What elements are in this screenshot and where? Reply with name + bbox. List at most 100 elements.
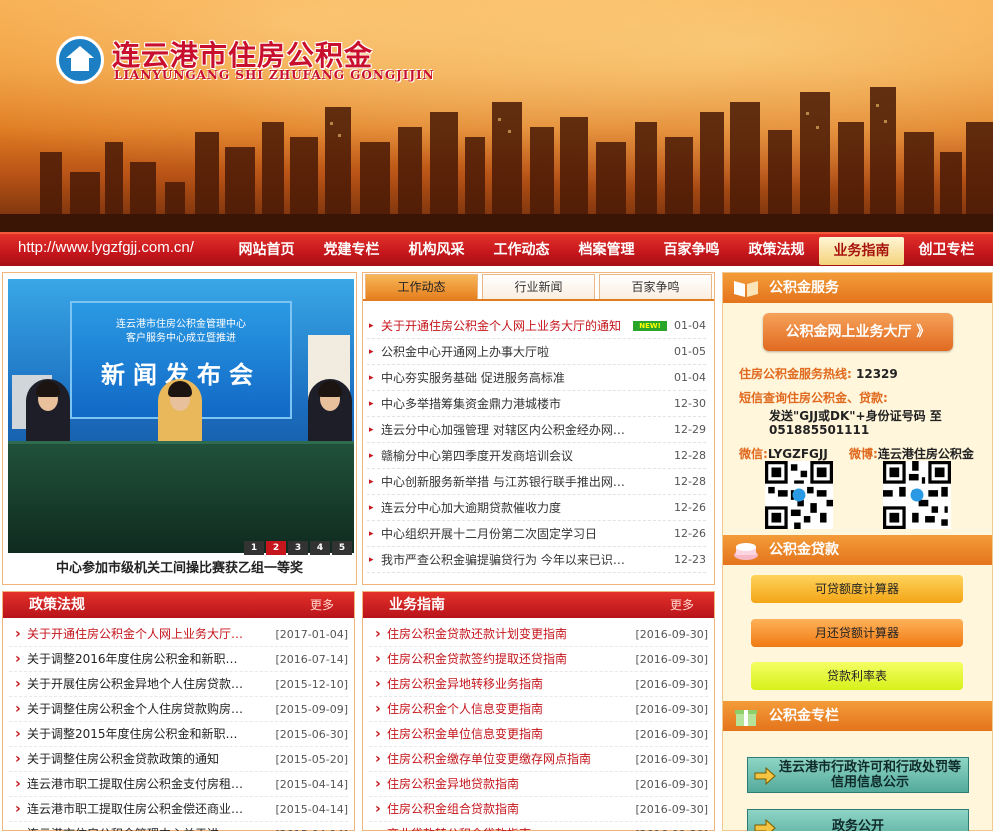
nav-item-organization[interactable]: 机构风采 [394, 234, 479, 266]
nav-item-work-news[interactable]: 工作动态 [479, 234, 564, 266]
nav-item-business-guide[interactable]: 业务指南 [819, 237, 904, 265]
news-link[interactable]: 中心创新服务新举措 与江苏银行联手推出网贷产品 [381, 469, 633, 495]
sms-query-label: 短信查询住房公积金、贷款: [739, 391, 888, 405]
policy-heading-text: 政策法规 [29, 597, 85, 613]
list-item: 中心多举措筹集资金鼎力港城楼市 12-30 [367, 391, 706, 417]
policy-link[interactable]: 关于调整2015年度住房公积金和新职工住房补贴缴存基数的通知 [27, 722, 245, 747]
guide-link[interactable]: 住房公积金单位信息变更指南 [387, 722, 617, 747]
guide-link[interactable]: 商业贷款转公积金贷款指南 [387, 822, 617, 831]
nav-item-policy[interactable]: 政策法规 [734, 234, 819, 266]
nav-item-home[interactable]: 网站首页 [224, 234, 309, 266]
news-link[interactable]: 公积金中心开通网上办事大厅啦 [381, 339, 633, 365]
site-title-en: LIANYUNGANG SHI ZHUFANG GONGJIJIN [114, 68, 435, 82]
nav-item-archives[interactable]: 档案管理 [564, 234, 649, 266]
slider-caption[interactable]: 中心参加市级机关工间操比赛获乙组一等奖 [3, 557, 356, 576]
wechat-qr-code-icon [765, 461, 833, 529]
list-item: 关于调整住房公积金个人住房贷款购房最低首付款比例的通知 [2015-09-09] [9, 697, 348, 722]
news-date: 12-29 [674, 423, 706, 436]
guide-link[interactable]: 住房公积金缴存单位变更缴存网点指南 [387, 747, 617, 772]
tab-work-news[interactable]: 工作动态 [365, 274, 478, 299]
policy-link[interactable]: 关于调整住房公积金个人住房贷款购房最低首付款比例的通知 [27, 697, 245, 722]
news-link[interactable]: 赣榆分中心第四季度开发商培训会议 [381, 443, 633, 469]
policy-link[interactable]: 连云港市住房公积金管理中心关于进一步规范 [27, 822, 245, 831]
service-heading-text: 公积金服务 [769, 280, 839, 296]
list-item: 关于调整住房公积金贷款政策的通知 [2015-05-20] [9, 747, 348, 772]
policy-link[interactable]: 关于调整住房公积金贷款政策的通知 [27, 747, 245, 772]
policy-date: [2017-01-04] [275, 628, 348, 641]
slider-dot-2[interactable]: 2 [266, 541, 286, 555]
news-link[interactable]: 关于开通住房公积金个人网上业务大厅的通知 [381, 313, 633, 339]
business-guide-panel: 业务指南 更多 住房公积金贷款还款计划变更指南 [2016-09-30] 住房公积… [362, 591, 715, 831]
guide-date: [2016-09-30] [635, 728, 708, 741]
credit-info-publicity-button[interactable]: 连云港市行政许可和行政处罚等信用信息公示 [747, 757, 969, 793]
news-link[interactable]: 中心夯实服务基础 促进服务高标准 [381, 365, 633, 391]
government-affairs-button[interactable]: 政务公开 [747, 809, 969, 831]
news-date: 12-26 [674, 501, 706, 514]
guide-heading-text: 业务指南 [389, 597, 445, 613]
policy-link[interactable]: 关于开展住房公积金异地个人住房贷款业务的通知 [27, 672, 245, 697]
site-logo[interactable]: 连云港市住房公积金 LIANYUNGANG SHI ZHUFANG GONGJI… [56, 34, 434, 86]
news-date: 12-30 [674, 397, 706, 410]
guide-link[interactable]: 住房公积金贷款签约提取还贷指南 [387, 647, 617, 672]
news-date: 12-26 [674, 527, 706, 540]
policy-link[interactable]: 连云港市职工提取住房公积金偿还商业性住房贷款实施细则 [27, 797, 245, 822]
policy-list: 关于开通住房公积金个人网上业务大厅的通知 [2017-01-04] 关于调整201… [3, 618, 354, 831]
guide-link[interactable]: 住房公积金组合贷款指南 [387, 797, 617, 822]
guide-link[interactable]: 住房公积金个人信息变更指南 [387, 697, 617, 722]
slider-pagination: 1 2 3 4 5 [244, 541, 352, 555]
guide-date: [2016-09-30] [635, 753, 708, 766]
weibo-qr-code-icon [883, 461, 951, 529]
tab-forum[interactable]: 百家争鸣 [599, 274, 712, 299]
slider-dot-5[interactable]: 5 [332, 541, 352, 555]
arrow-right-icon [754, 819, 776, 831]
tab-industry-news[interactable]: 行业新闻 [482, 274, 595, 299]
online-business-hall-button[interactable]: 公积金网上业务大厅 》 [763, 313, 953, 351]
column-heading: 公积金专栏 [723, 701, 992, 731]
guide-date: [2016-09-30] [635, 822, 708, 831]
site-banner: 连云港市住房公积金 LIANYUNGANG SHI ZHUFANG GONGJI… [0, 0, 993, 232]
guide-date: [2016-09-30] [635, 778, 708, 791]
list-item: 关于调整2015年度住房公积金和新职工住房补贴缴存基数的通知 [2015-06-3… [9, 722, 348, 747]
nav-item-sanitation[interactable]: 创卫专栏 [904, 234, 989, 266]
list-item: 关于开通住房公积金个人网上业务大厅的通知 NEW! 01-04 [367, 313, 706, 339]
guide-more-link[interactable]: 更多 [670, 592, 694, 618]
nav-item-forum[interactable]: 百家争鸣 [649, 234, 734, 266]
slider-dot-1[interactable]: 1 [244, 541, 264, 555]
news-link[interactable]: 中心多举措筹集资金鼎力港城楼市 [381, 391, 633, 417]
list-item: 公积金中心开通网上办事大厅啦 01-05 [367, 339, 706, 365]
policy-link[interactable]: 关于开通住房公积金个人网上业务大厅的通知 [27, 622, 245, 647]
slider-dot-4[interactable]: 4 [310, 541, 330, 555]
service-heading: 公积金服务 [723, 273, 992, 303]
loan-rate-table-button[interactable]: 贷款利率表 [751, 662, 963, 690]
list-item: 中心创新服务新举措 与江苏银行联手推出网贷产品 12-28 [367, 469, 706, 495]
news-date: 01-04 [674, 371, 706, 384]
loan-heading: 公积金贷款 [723, 535, 992, 565]
list-item: 连云分中心加强管理 对辖区内公积金经办网点开展专项检查 12-29 [367, 417, 706, 443]
nav-item-party[interactable]: 党建专栏 [309, 234, 394, 266]
policy-date: [2015-04-14] [275, 803, 348, 816]
policy-date: [2015-06-30] [275, 728, 348, 741]
policy-more-link[interactable]: 更多 [310, 592, 334, 618]
guide-date: [2016-09-30] [635, 703, 708, 716]
news-link[interactable]: 连云分中心加大逾期贷款催收力度 [381, 495, 633, 521]
policy-link[interactable]: 连云港市职工提取住房公积金支付房租实施细则 [27, 772, 245, 797]
loan-limit-calculator-button[interactable]: 可贷额度计算器 [751, 575, 963, 603]
news-link[interactable]: 我市严查公积金骗提骗贷行为 今年以来已识破骗提骗贷多起 [381, 547, 633, 573]
list-item: 住房公积金个人信息变更指南 [2016-09-30] [369, 697, 708, 722]
government-affairs-label: 政务公开 [831, 819, 884, 831]
guide-date: [2016-09-30] [635, 803, 708, 816]
guide-link[interactable]: 住房公积金异地转移业务指南 [387, 672, 617, 697]
guide-link[interactable]: 住房公积金异地贷款指南 [387, 772, 617, 797]
slider-image[interactable]: 连云港市住房公积金管理中心 客户服务中心成立暨推进 新闻发布会 [8, 279, 354, 553]
monthly-repayment-calculator-button[interactable]: 月还贷额计算器 [751, 619, 963, 647]
news-link[interactable]: 中心组织开展十二月份第二次固定学习日 [381, 521, 633, 547]
main-navigation: http://www.lygzfgjj.com.cn/ 网站首页 党建专栏 机构… [0, 232, 993, 266]
list-item: 中心组织开展十二月份第二次固定学习日 12-26 [367, 521, 706, 547]
slider-dot-3[interactable]: 3 [288, 541, 308, 555]
news-link[interactable]: 连云分中心加强管理 对辖区内公积金经办网点开展专项检查 [381, 417, 633, 443]
policy-link[interactable]: 关于调整2016年度住房公积金和新职工住房补贴缴存基数的通知 [27, 647, 245, 672]
guide-link[interactable]: 住房公积金贷款还款计划变更指南 [387, 622, 617, 647]
book-icon [734, 281, 758, 297]
list-item: 关于开展住房公积金异地个人住房贷款业务的通知 [2015-12-10] [9, 672, 348, 697]
guide-heading: 业务指南 更多 [363, 592, 714, 618]
